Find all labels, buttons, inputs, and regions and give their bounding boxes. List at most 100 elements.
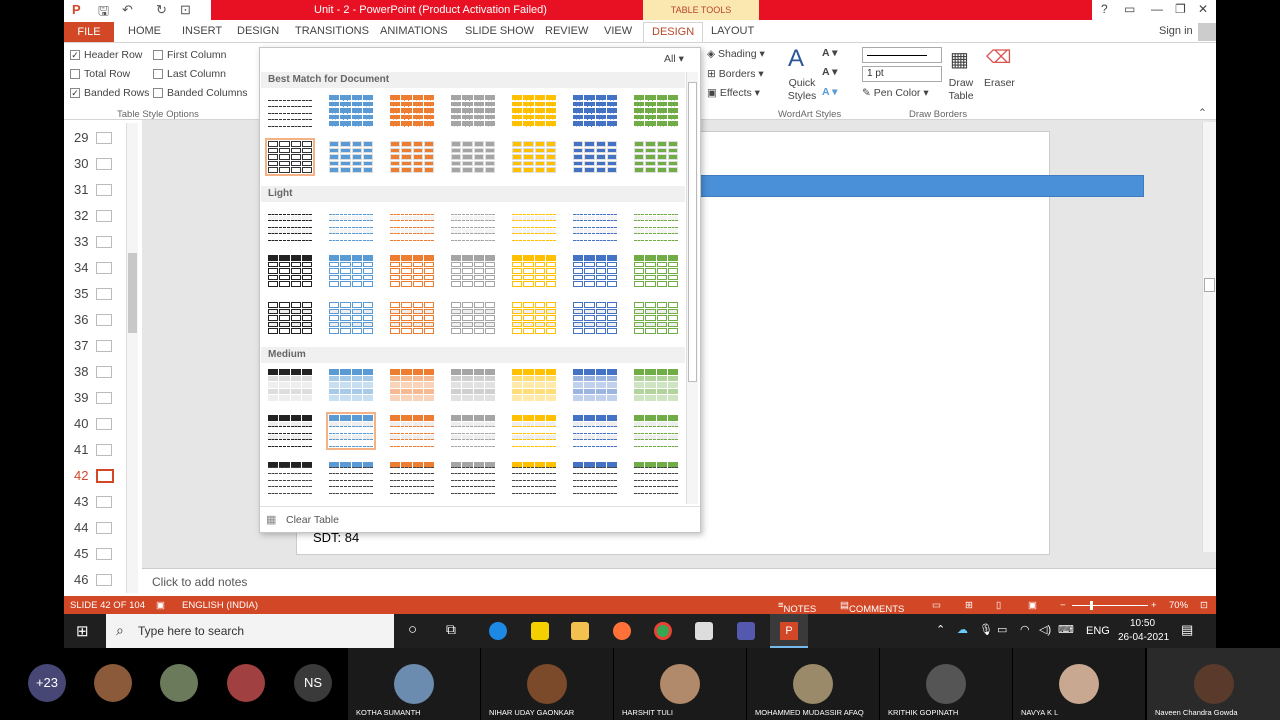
total-row-checkbox[interactable]: Total Row xyxy=(70,68,130,80)
zoom-slider-thumb[interactable] xyxy=(1090,601,1093,610)
thumbnail-scrollbar[interactable] xyxy=(126,123,138,593)
table-style-swatch[interactable] xyxy=(265,252,315,290)
language-indicator[interactable]: ENGLISH (INDIA) xyxy=(182,600,258,611)
slide-thumbnail[interactable]: 42 xyxy=(74,468,115,483)
zoom-out-icon[interactable]: − xyxy=(1060,600,1066,611)
table-style-swatch[interactable] xyxy=(387,366,437,404)
onedrive-icon[interactable]: ☁ xyxy=(957,623,968,636)
table-style-swatch[interactable] xyxy=(387,459,437,497)
slide-thumbnail[interactable]: 32 xyxy=(74,208,113,223)
table-style-swatch[interactable] xyxy=(448,366,498,404)
table-style-swatch[interactable] xyxy=(448,459,498,497)
banded-rows-checkbox[interactable]: ✓ Banded Rows xyxy=(70,87,149,99)
table-style-swatch[interactable] xyxy=(265,412,315,450)
table-style-swatch[interactable] xyxy=(265,299,315,337)
table-style-swatch[interactable] xyxy=(631,252,681,290)
eraser-button[interactable]: Eraser xyxy=(984,77,1015,89)
first-column-checkbox[interactable]: First Column xyxy=(153,49,227,61)
table-style-swatch[interactable] xyxy=(631,92,681,130)
chrome-icon[interactable] xyxy=(654,622,672,640)
fit-to-window-icon[interactable]: ⊡ xyxy=(1200,600,1208,611)
table-style-swatch[interactable] xyxy=(570,299,620,337)
slide-thumbnail[interactable]: 37 xyxy=(74,338,113,353)
table-style-swatch[interactable] xyxy=(509,92,559,130)
tab-file[interactable]: FILE xyxy=(64,22,114,42)
zoom-level[interactable]: 70% xyxy=(1169,600,1188,611)
pen-color-button[interactable]: ✎ Pen Color ▾ xyxy=(862,87,929,99)
notifications-icon[interactable]: ▤ xyxy=(1181,622,1193,638)
table-style-swatch[interactable] xyxy=(509,459,559,497)
table-style-swatch[interactable] xyxy=(631,412,681,450)
draw-table-button[interactable]: Draw Table xyxy=(946,77,976,103)
table-style-swatch[interactable] xyxy=(631,366,681,404)
tab-design[interactable]: DESIGN xyxy=(237,25,279,37)
table-style-swatch[interactable] xyxy=(570,412,620,450)
table-style-swatch[interactable] xyxy=(387,252,437,290)
table-header-row[interactable] xyxy=(700,175,1144,197)
slide-thumbnail[interactable]: 34 xyxy=(74,260,113,275)
slide-thumbnail[interactable]: 46 xyxy=(74,572,113,587)
tab-table-design[interactable]: DESIGN xyxy=(643,22,704,43)
keyboard-icon[interactable]: ⌨ xyxy=(1058,623,1074,636)
reading-view-icon[interactable]: ▯ xyxy=(996,600,1001,611)
more-participants-badge[interactable]: +23 xyxy=(28,664,66,702)
task-view-icon[interactable]: ⧉ xyxy=(446,621,456,638)
zoom-in-icon[interactable]: + xyxy=(1151,600,1157,611)
borders-button[interactable]: ⊞ Borders ▾ xyxy=(707,68,764,80)
slide-thumbnail[interactable]: 45 xyxy=(74,546,113,561)
slide-thumbnail[interactable]: 41 xyxy=(74,442,113,457)
table-style-swatch[interactable] xyxy=(448,206,498,244)
wifi-icon[interactable]: ◠ xyxy=(1020,623,1030,636)
spelling-icon[interactable]: ▣ xyxy=(156,600,165,611)
undo-icon[interactable]: ↶ xyxy=(122,2,133,18)
battery-icon[interactable]: ▭ xyxy=(997,623,1007,636)
table-style-swatch[interactable] xyxy=(570,206,620,244)
effects-button[interactable]: ▣ Effects ▾ xyxy=(707,87,760,99)
sign-in-link[interactable]: Sign in xyxy=(1159,25,1193,37)
slide-thumbnail[interactable]: 39 xyxy=(74,390,113,405)
table-style-swatch[interactable] xyxy=(631,206,681,244)
table-style-swatch[interactable] xyxy=(631,138,681,176)
slide-thumbnail[interactable]: 44 xyxy=(74,520,113,535)
slide-thumbnail[interactable]: 29 xyxy=(74,130,113,145)
table-style-swatch[interactable] xyxy=(570,366,620,404)
zoom-slider[interactable] xyxy=(1072,605,1148,606)
table-style-swatch[interactable] xyxy=(326,299,376,337)
pen-style-dropdown[interactable] xyxy=(862,47,942,63)
table-style-swatch[interactable] xyxy=(387,299,437,337)
cortana-icon[interactable]: ○ xyxy=(408,621,417,638)
table-style-swatch[interactable] xyxy=(509,299,559,337)
minimize-icon[interactable]: — xyxy=(1151,2,1163,16)
notes-toggle[interactable]: ≡ NOTES xyxy=(778,600,816,615)
gallery-scrollbar[interactable] xyxy=(686,72,698,504)
table-style-swatch[interactable] xyxy=(265,366,315,404)
sticky-notes-icon[interactable] xyxy=(531,622,549,640)
text-fill-icon[interactable]: A ▾ xyxy=(822,47,837,59)
slide-thumbnail[interactable]: 30 xyxy=(74,156,113,171)
tab-home[interactable]: HOME xyxy=(128,25,161,37)
table-style-swatch[interactable] xyxy=(509,366,559,404)
table-style-swatch[interactable] xyxy=(265,459,315,497)
table-style-swatch[interactable] xyxy=(509,206,559,244)
table-style-swatch[interactable] xyxy=(448,299,498,337)
table-style-swatch[interactable] xyxy=(509,138,559,176)
tab-review[interactable]: REVIEW xyxy=(545,25,588,37)
close-icon[interactable]: ✕ xyxy=(1198,2,1208,16)
table-style-swatch[interactable] xyxy=(326,412,376,450)
slide-show-icon[interactable]: ▣ xyxy=(1028,600,1037,611)
start-from-beginning-icon[interactable]: ⊡ xyxy=(180,2,191,18)
table-style-swatch[interactable] xyxy=(448,412,498,450)
gallery-scroll-thumb[interactable] xyxy=(688,82,697,382)
header-row-checkbox[interactable]: ✓ Header Row xyxy=(70,49,142,61)
table-style-swatch[interactable] xyxy=(387,412,437,450)
slide-thumbnail[interactable]: 35 xyxy=(74,286,113,301)
store-icon[interactable] xyxy=(695,622,713,640)
gallery-filter-dropdown[interactable]: All ▾ xyxy=(664,53,684,65)
powerpoint-taskbar-button[interactable]: P xyxy=(770,614,808,648)
tab-insert[interactable]: INSERT xyxy=(182,25,222,37)
table-style-swatch[interactable] xyxy=(326,366,376,404)
tab-transitions[interactable]: TRANSITIONS xyxy=(295,25,369,37)
slide-thumbnail[interactable]: 38 xyxy=(74,364,113,379)
slide-scrollbar[interactable] xyxy=(1202,122,1216,552)
notes-pane[interactable]: Click to add notes xyxy=(142,568,1216,596)
